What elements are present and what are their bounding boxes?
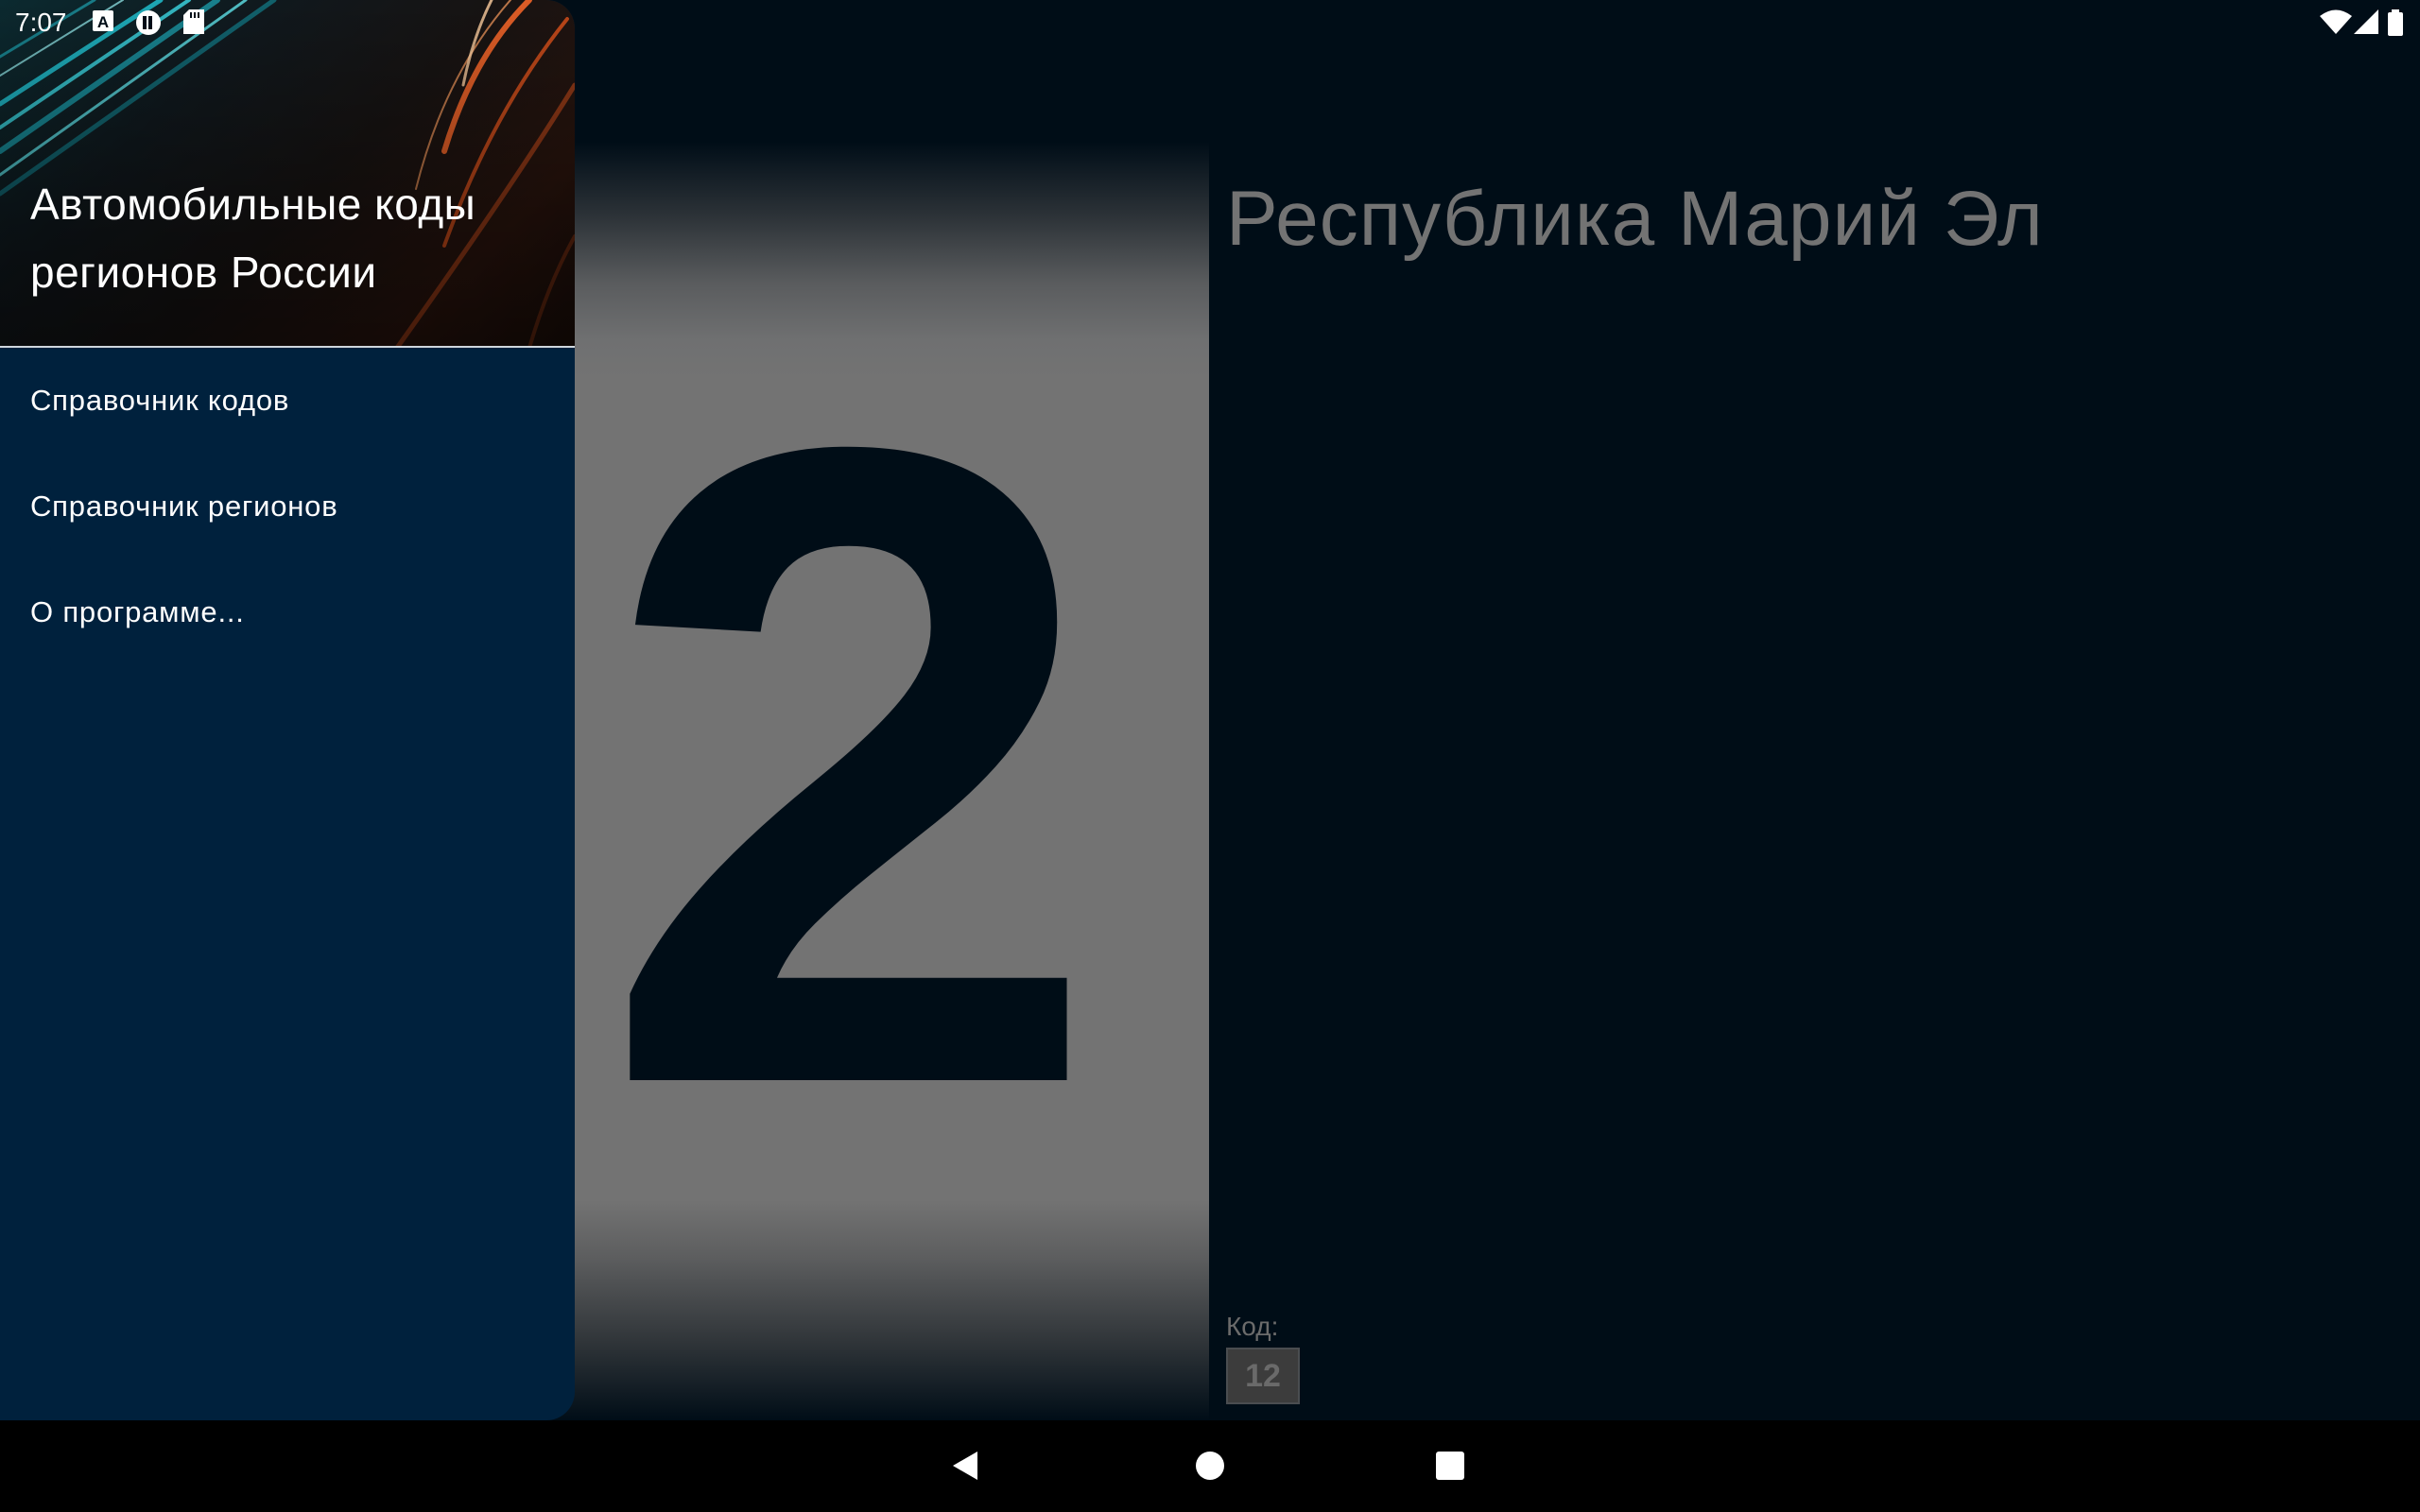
svg-text:A: A — [97, 13, 109, 31]
drawer-menu: Справочник кодов Справочник регионов О п… — [0, 348, 575, 665]
wifi-icon — [2320, 9, 2352, 34]
menu-item-about[interactable]: О программе... — [0, 559, 575, 665]
screen: 2 Республика Марий Эл Код: 12 Автомобиль… — [0, 0, 2420, 1512]
drawer-title: Автомобильные коды регионов России — [30, 180, 476, 297]
sd-card-icon — [183, 9, 204, 34]
status-bar: 7:07 A — [0, 0, 2420, 45]
cell-signal-icon — [2354, 9, 2378, 34]
drawer-header: Автомобильные коды регионов России — [0, 0, 575, 348]
font-a-icon: A — [93, 10, 113, 31]
lastpass-icon — [136, 10, 161, 35]
menu-item-regions[interactable]: Справочник регионов — [0, 454, 575, 559]
recents-icon[interactable] — [1422, 1437, 1478, 1494]
back-icon[interactable] — [938, 1437, 994, 1494]
plate-digit-text: 2 — [598, 260, 1103, 1273]
system-navigation-bar — [0, 1420, 2420, 1512]
battery-icon — [2388, 9, 2403, 36]
code-label: Код: — [1226, 1312, 1279, 1341]
region-name: Республика Марий Эл — [1226, 176, 2044, 262]
status-time: 7:07 — [15, 8, 67, 37]
home-icon[interactable] — [1182, 1437, 1238, 1494]
navigation-drawer: Автомобильные коды регионов России Справ… — [0, 0, 575, 1420]
code-value: 12 — [1226, 1348, 1300, 1404]
menu-item-codes[interactable]: Справочник кодов — [0, 348, 575, 454]
